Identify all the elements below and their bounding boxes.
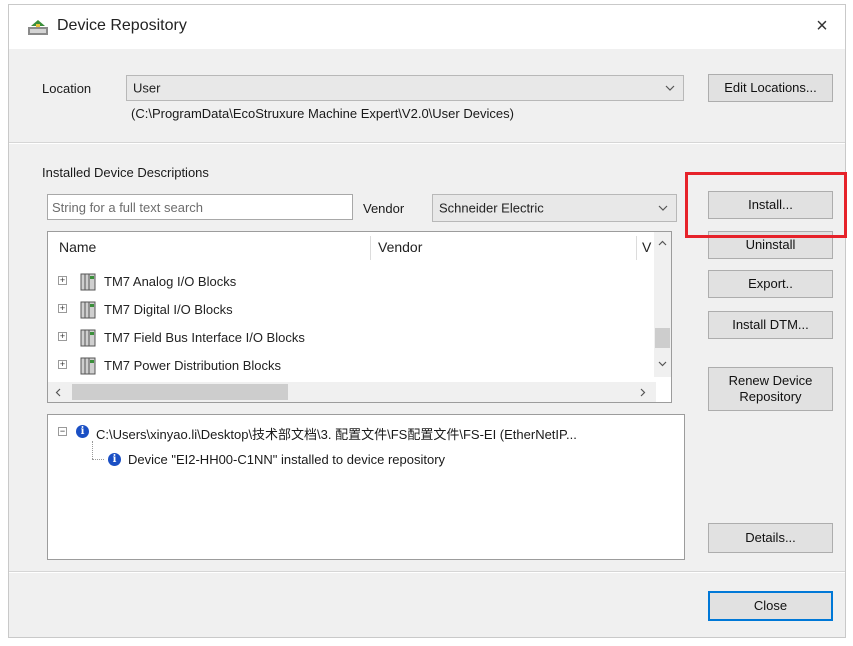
search-input[interactable] [47,194,353,220]
tree-connector [92,441,94,459]
window-title: Device Repository [57,17,187,34]
column-header-version[interactable]: V [642,232,651,262]
collapse-icon[interactable]: − [58,427,67,436]
tree-row[interactable]: + TM7 Analog I/O Blocks [48,268,648,296]
vendor-select-value: Schneider Electric [439,200,544,216]
chevron-down-icon [658,205,668,211]
renew-repository-button[interactable]: Renew Device Repository [708,367,833,411]
scroll-right-icon[interactable] [640,388,646,397]
message-parent: C:\Users\xinyao.li\Desktop\技术部文档\3. 配置文件… [96,427,577,442]
separator [9,142,845,144]
tree-connector [92,459,104,461]
vendor-select[interactable]: Schneider Electric [432,194,677,222]
device-group-icon [80,273,96,291]
install-highlight-box [685,172,847,238]
scroll-thumb[interactable] [655,328,670,348]
location-select-value: User [133,80,161,96]
device-group-icon [80,329,96,347]
column-header-vendor[interactable]: Vendor [378,232,422,262]
installed-section-label: Installed Device Descriptions [42,165,209,180]
scroll-up-icon[interactable] [658,240,667,246]
scroll-thumb[interactable] [72,384,288,400]
expand-icon[interactable]: + [58,332,67,341]
edit-locations-button[interactable]: Edit Locations... [708,74,833,102]
column-divider[interactable] [370,236,371,260]
tree-row-label: TM7 Digital I/O Blocks [104,302,233,317]
scroll-down-icon[interactable] [658,361,667,367]
export-button[interactable]: Export.. [708,270,833,298]
tree-row-label: TM7 Power Distribution Blocks [104,358,281,373]
device-repository-window: Device Repository × Location User (C:\Pr… [8,4,847,638]
message-child: Device "EI2-HH00-C1NN" installed to devi… [128,452,446,467]
message-log[interactable]: − i C:\Users\xinyao.li\Desktop\技术部文档\3. … [47,414,685,560]
expand-icon[interactable]: + [58,304,67,313]
info-icon: i [108,453,121,466]
scroll-left-icon[interactable] [55,388,61,397]
info-icon: i [76,425,89,438]
device-tree[interactable]: Name Vendor V + TM7 Analog I/O Blocks + … [47,231,672,403]
column-header-name[interactable]: Name [59,232,96,262]
title-bar: Device Repository × [9,5,845,49]
expand-icon[interactable]: + [58,360,67,369]
vertical-scrollbar[interactable] [654,232,671,377]
separator [9,571,845,573]
column-divider[interactable] [636,236,637,260]
close-icon[interactable]: × [809,13,835,39]
location-label: Location [42,81,92,96]
close-button[interactable]: Close [708,591,833,621]
location-select[interactable]: User [126,75,684,101]
tree-row-label: TM7 Field Bus Interface I/O Blocks [104,330,305,345]
vendor-label: Vendor [363,201,405,216]
repository-icon [28,20,48,35]
horizontal-scrollbar[interactable] [48,382,656,402]
location-path: (C:\ProgramData\EcoStruxure Machine Expe… [131,106,514,121]
details-button[interactable]: Details... [708,523,833,553]
device-group-icon [80,301,96,319]
chevron-down-icon [665,85,675,91]
install-dtm-button[interactable]: Install DTM... [708,311,833,339]
tree-row-label: TM7 Analog I/O Blocks [104,274,237,289]
tree-row[interactable]: + TM7 Field Bus Interface I/O Blocks [48,324,648,352]
tree-row[interactable]: + TM7 Digital I/O Blocks [48,296,648,324]
expand-icon[interactable]: + [58,276,67,285]
device-group-icon [80,357,96,375]
tree-row[interactable]: + TM7 Power Distribution Blocks [48,352,648,380]
